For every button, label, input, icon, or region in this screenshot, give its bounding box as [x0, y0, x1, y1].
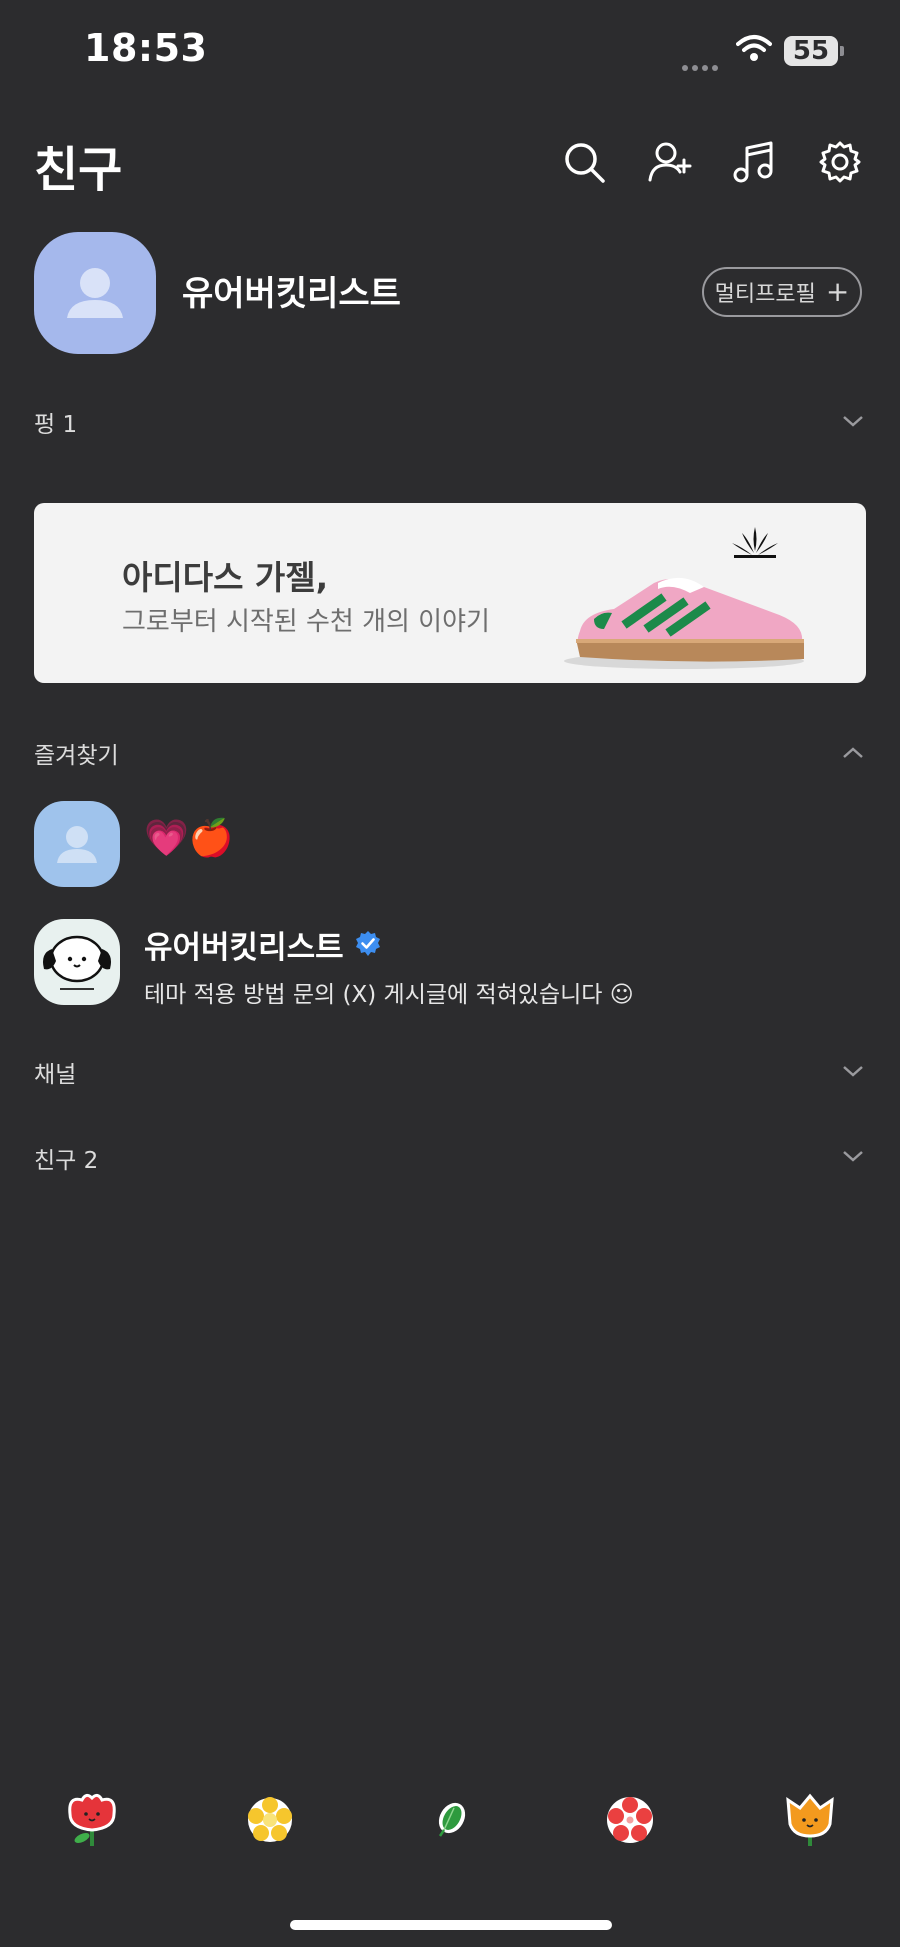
- ad-banner[interactable]: 아디다스 가젤, 그로부터 시작된 수천 개의 이야기: [34, 503, 866, 683]
- chevron-down-icon[interactable]: [842, 410, 864, 432]
- plus-icon: +: [825, 275, 850, 308]
- battery-tip: [840, 46, 844, 56]
- chevron-down-icon[interactable]: [842, 1145, 864, 1167]
- signal-icon: [682, 56, 722, 75]
- adidas-logo-icon: [730, 525, 780, 563]
- verified-badge-icon: [354, 930, 382, 958]
- section-friends[interactable]: 친구 2: [34, 1141, 98, 1175]
- friend-avatar-character[interactable]: [34, 919, 120, 1005]
- friend-avatar[interactable]: [34, 801, 120, 887]
- shopping-tab-icon[interactable]: [600, 1790, 660, 1850]
- openchat-tab-icon[interactable]: [420, 1790, 480, 1850]
- music-icon[interactable]: [732, 140, 776, 184]
- status-time: 18:53: [84, 26, 208, 70]
- section-channel[interactable]: 채널: [34, 1055, 76, 1089]
- my-profile-avatar[interactable]: [34, 232, 156, 354]
- chevron-down-icon[interactable]: [842, 1060, 864, 1082]
- multi-profile-label: 멀티프로필: [714, 282, 816, 307]
- friend-status-message[interactable]: 테마 적용 방법 문의 (X) 게시글에 적혀있습니다 ☺: [144, 975, 634, 1009]
- wifi-icon: [736, 34, 772, 66]
- chats-tab-icon[interactable]: [240, 1790, 300, 1850]
- friend-name[interactable]: 유어버킷리스트: [144, 922, 344, 967]
- settings-icon[interactable]: [818, 140, 862, 184]
- section-favorites[interactable]: 즐겨찾기: [34, 736, 119, 770]
- add-friend-icon[interactable]: [648, 140, 692, 184]
- banner-subtitle: 그로부터 시작된 수천 개의 이야기: [122, 607, 490, 637]
- my-profile-name[interactable]: 유어버킷리스트: [182, 266, 401, 315]
- sneaker-image: [554, 553, 814, 677]
- friends-tab-icon[interactable]: [62, 1790, 122, 1850]
- banner-title: 아디다스 가젤,: [122, 558, 329, 597]
- friend-status-message[interactable]: 💗🍎: [144, 817, 234, 859]
- page-title: 친구: [34, 142, 123, 198]
- search-icon[interactable]: [562, 140, 606, 184]
- more-tab-icon[interactable]: [780, 1790, 840, 1850]
- chevron-up-icon[interactable]: [842, 742, 864, 764]
- section-pung[interactable]: 펑 1: [34, 405, 77, 439]
- home-indicator[interactable]: [290, 1920, 612, 1930]
- battery-icon: 55: [784, 36, 838, 66]
- multi-profile-button[interactable]: 멀티프로필 +: [702, 267, 862, 317]
